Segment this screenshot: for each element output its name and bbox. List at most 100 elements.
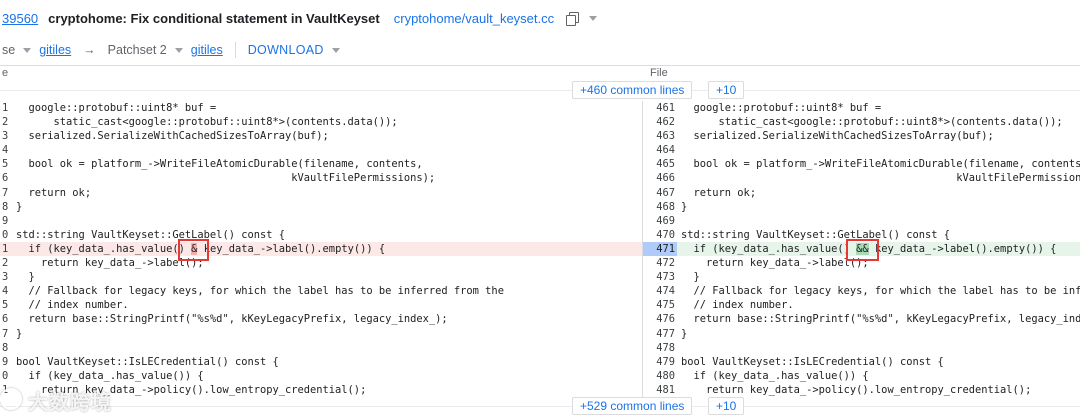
left-line-number[interactable]: 8	[2, 341, 12, 355]
left-line-number[interactable]: 1	[2, 242, 12, 256]
right-diff-line: 461 google::protobuf::uint8* buf =	[643, 101, 1080, 115]
right-diff-line: 481 return key_data_->policy().low_entro…	[643, 383, 1080, 397]
left-line-code: return key_data_->label();	[16, 257, 204, 270]
left-line-code: // Fallback for legacy keys, for which t…	[16, 285, 504, 298]
download-button[interactable]: DOWNLOAD	[248, 43, 324, 57]
copy-icon[interactable]	[566, 12, 580, 26]
left-line-number[interactable]: 9	[2, 214, 12, 228]
right-line-code: return base::StringPrintf("%s%d", kKeyLe…	[681, 313, 1080, 326]
right-diff-line: 473 }	[643, 270, 1080, 284]
left-line-number[interactable]: 5	[2, 157, 12, 171]
right-diff-line: 467 return ok;	[643, 186, 1080, 200]
left-line-code: bool ok = platform_->WriteFileAtomicDura…	[16, 158, 423, 171]
right-line-number[interactable]: 480	[643, 369, 677, 383]
left-line-number[interactable]: 4	[2, 143, 12, 157]
left-diff-line: 1 if (key_data_.has_value() & key_data_-…	[0, 241, 642, 257]
right-line-number[interactable]: 481	[643, 383, 677, 397]
left-line-number[interactable]: 8	[2, 200, 12, 214]
left-line-code: kVaultFilePermissions);	[16, 172, 436, 185]
left-line-number[interactable]: 7	[2, 186, 12, 200]
right-line-number[interactable]: 479	[643, 355, 677, 369]
left-line-number[interactable]: 0	[2, 369, 12, 383]
left-line-number[interactable]: 5	[2, 298, 12, 312]
base-dropdown-icon[interactable]	[23, 47, 32, 53]
right-line-number[interactable]: 474	[643, 284, 677, 298]
left-diff-line: 6 return base::StringPrintf("%s%d", kKey…	[0, 312, 642, 326]
right-diff-line: 468}	[643, 200, 1080, 214]
right-line-code: bool VaultKeyset::IsLECredential() const…	[681, 355, 944, 368]
patchset-selector[interactable]: Patchset 2	[108, 43, 167, 57]
right-line-code: }	[681, 200, 688, 213]
chevron-down-icon[interactable]	[589, 15, 598, 21]
left-line-number[interactable]: 0	[2, 228, 12, 242]
left-line-number[interactable]: 1	[2, 101, 12, 115]
watermark-text: 大数跨境	[28, 392, 112, 414]
left-line-number[interactable]: 3	[2, 270, 12, 284]
right-line-number[interactable]: 465	[643, 157, 677, 171]
left-line-number[interactable]: 2	[2, 256, 12, 270]
right-line-number[interactable]: 471	[643, 241, 677, 257]
left-line-number[interactable]: 3	[2, 129, 12, 143]
right-line-number[interactable]: 468	[643, 200, 677, 214]
file-path-link[interactable]: cryptohome/vault_keyset.cc	[394, 11, 554, 26]
left-diff-line: 6 kVaultFilePermissions);	[0, 171, 642, 185]
right-line-number[interactable]: 469	[643, 214, 677, 228]
right-line-number[interactable]: 463	[643, 129, 677, 143]
left-diff-line: 8	[0, 341, 642, 355]
added-operator-highlight-box	[846, 239, 879, 261]
expand-ten-lines-bottom-button[interactable]: +10	[708, 397, 745, 415]
right-line-code: return key_data_->policy().low_entropy_c…	[681, 383, 1032, 396]
right-line-number[interactable]: 475	[643, 298, 677, 312]
right-diff-line: 469	[643, 214, 1080, 228]
left-line-code: // index number.	[16, 299, 129, 312]
left-line-number[interactable]: 4	[2, 284, 12, 298]
expand-common-lines-top-button[interactable]: +460 common lines	[572, 81, 693, 99]
right-line-number[interactable]: 473	[643, 270, 677, 284]
right-line-code: kVaultFilePermissions);	[681, 172, 1080, 185]
left-diff-line: 5 bool ok = platform_->WriteFileAtomicDu…	[0, 157, 642, 171]
download-dropdown-icon[interactable]	[331, 47, 340, 53]
patchset-gitiles-link[interactable]: gitiles	[191, 43, 223, 57]
right-line-number[interactable]: 478	[643, 341, 677, 355]
base-label: se	[2, 43, 16, 57]
right-line-code: std::string VaultKeyset::GetLabel() cons…	[681, 228, 950, 241]
common-lines-band-top	[0, 90, 1080, 91]
right-line-number[interactable]: 464	[643, 143, 677, 157]
right-line-number[interactable]: 477	[643, 327, 677, 341]
left-line-number[interactable]: 6	[2, 312, 12, 326]
left-line-code: static_cast<google::protobuf::uint8*>(co…	[16, 116, 398, 129]
right-line-number[interactable]: 470	[643, 228, 677, 242]
right-line-code: return key_data_->label();	[681, 257, 869, 270]
diff-pane-left: 1 google::protobuf::uint8* buf = 2 static…	[0, 101, 642, 397]
separator	[234, 42, 236, 58]
left-line-code: return base::StringPrintf("%s%d", kKeyLe…	[16, 313, 448, 326]
right-line-number[interactable]: 462	[643, 115, 677, 129]
base-gitiles-link[interactable]: gitiles	[39, 43, 71, 57]
left-diff-line: 2 return key_data_->label();	[0, 256, 642, 270]
right-line-code: // index number.	[681, 299, 794, 312]
right-diff-line: 479 bool VaultKeyset::IsLECredential() co…	[643, 355, 1080, 369]
right-line-number[interactable]: 466	[643, 171, 677, 185]
left-line-code: }	[16, 327, 23, 340]
change-title-bar: 39560 cryptohome: Fix conditional statem…	[0, 0, 1080, 36]
left-line-number[interactable]: 7	[2, 327, 12, 341]
right-line-number[interactable]: 476	[643, 312, 677, 326]
file-header-row: e File	[0, 67, 1080, 81]
right-line-number[interactable]: 472	[643, 256, 677, 270]
left-diff-line: 7 return ok;	[0, 186, 642, 200]
right-line-number[interactable]: 467	[643, 186, 677, 200]
right-diff-line: 465 bool ok = platform_->WriteFileAtomic…	[643, 157, 1080, 171]
left-line-code: bool VaultKeyset::IsLECredential() const…	[16, 355, 279, 368]
expand-ten-lines-top-button[interactable]: +10	[708, 81, 745, 99]
expand-common-lines-bottom-button[interactable]: +529 common lines	[572, 397, 693, 415]
left-line-code: serialized.SerializeWithCachedSizesToArr…	[16, 130, 329, 143]
change-number-link[interactable]: 39560	[2, 11, 38, 26]
right-line-code: static_cast<google::protobuf::uint8*>(co…	[681, 116, 1063, 129]
left-line-number[interactable]: 2	[2, 115, 12, 129]
left-diff-line: 8}	[0, 200, 642, 214]
right-line-number[interactable]: 461	[643, 101, 677, 115]
right-diff-line: 480 if (key_data_.has_value()) {	[643, 369, 1080, 383]
left-line-number[interactable]: 9	[2, 355, 12, 369]
left-line-number[interactable]: 6	[2, 171, 12, 185]
patchset-dropdown-icon[interactable]	[174, 47, 183, 53]
